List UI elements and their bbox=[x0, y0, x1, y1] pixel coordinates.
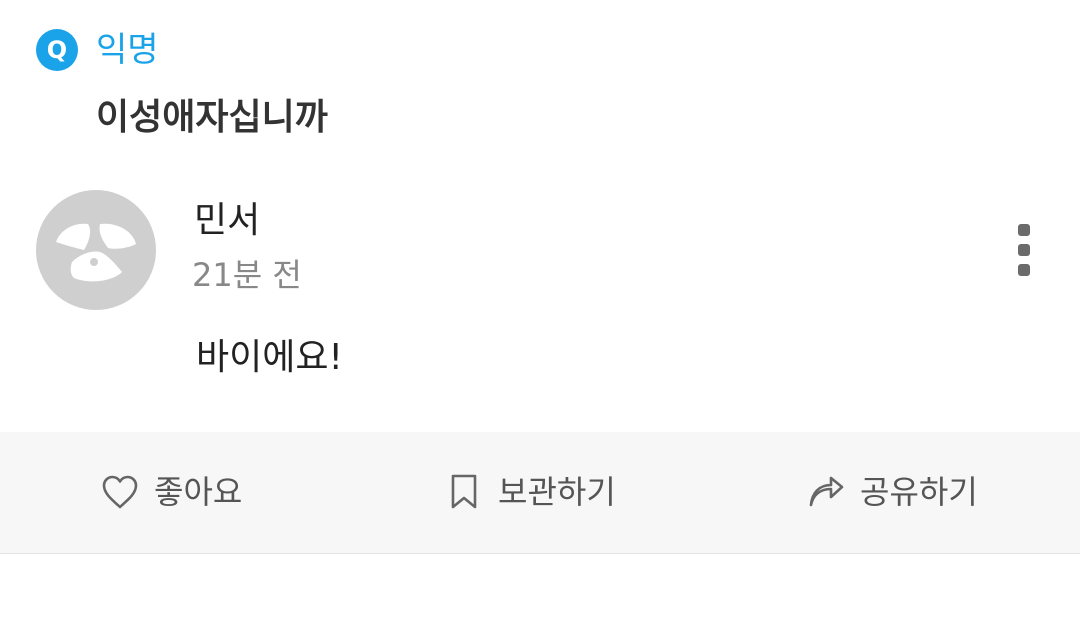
save-label: 보관하기 bbox=[498, 473, 616, 511]
post-time: 21분 전 bbox=[192, 256, 302, 294]
author-name[interactable]: 민서 bbox=[194, 196, 260, 246]
more-vertical-icon bbox=[1018, 264, 1030, 276]
like-button[interactable]: 좋아요 bbox=[100, 432, 242, 552]
bookmark-icon bbox=[444, 472, 484, 512]
q-badge-icon: Q bbox=[36, 29, 78, 71]
heart-icon bbox=[100, 472, 140, 512]
like-label: 좋아요 bbox=[154, 473, 243, 511]
share-arrow-icon bbox=[806, 472, 846, 512]
question-category[interactable]: 익명 bbox=[96, 28, 159, 72]
more-vertical-icon bbox=[1018, 244, 1030, 256]
action-bar: 좋아요 보관하기 공유하기 bbox=[0, 432, 1080, 554]
default-avatar-icon bbox=[56, 223, 136, 282]
question-title[interactable]: 이성애자십니까 bbox=[96, 92, 328, 144]
share-label: 공유하기 bbox=[860, 473, 978, 511]
author-avatar[interactable] bbox=[36, 190, 156, 310]
answer-body: 바이에요! bbox=[196, 337, 343, 378]
more-vertical-icon bbox=[1018, 224, 1030, 236]
more-options-button[interactable] bbox=[1002, 218, 1046, 282]
save-button[interactable]: 보관하기 bbox=[444, 432, 616, 552]
question-header: Q 익명 bbox=[36, 28, 159, 72]
share-button[interactable]: 공유하기 bbox=[806, 432, 978, 552]
answer-card: Q 익명 이성애자십니까 민서 21분 전 바이에요! 좋아요 보관하기 공유하… bbox=[0, 0, 1080, 624]
